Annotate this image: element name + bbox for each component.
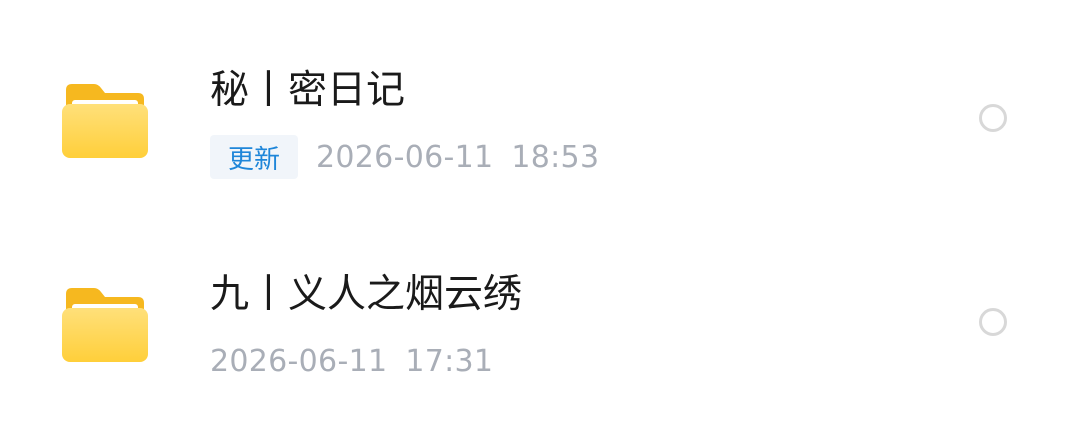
item-meta: 更新 2026-06-11 18:53 bbox=[210, 134, 599, 180]
update-badge: 更新 bbox=[210, 135, 299, 179]
item-time: 18:53 bbox=[511, 139, 600, 175]
folder-icon bbox=[62, 288, 148, 362]
list-item[interactable]: 九丨义人之烟云绣 2026-06-11 17:31 bbox=[0, 218, 1078, 422]
item-date: 2026-06-11 bbox=[316, 139, 494, 175]
item-meta: 2026-06-11 17:31 bbox=[210, 338, 493, 384]
radio-circle-icon[interactable] bbox=[979, 308, 1007, 336]
file-list: 秘丨密日记 更新 2026-06-11 18:53 九丨义人之烟云绣 2026-… bbox=[0, 0, 1078, 435]
item-title: 九丨义人之烟云绣 bbox=[210, 272, 523, 317]
item-title: 秘丨密日记 bbox=[210, 68, 406, 113]
list-item[interactable]: 秘丨密日记 更新 2026-06-11 18:53 bbox=[0, 14, 1078, 218]
radio-circle-icon[interactable] bbox=[979, 104, 1007, 132]
item-date: 2026-06-11 bbox=[210, 343, 388, 379]
folder-icon bbox=[62, 84, 148, 158]
item-time: 17:31 bbox=[405, 343, 494, 379]
